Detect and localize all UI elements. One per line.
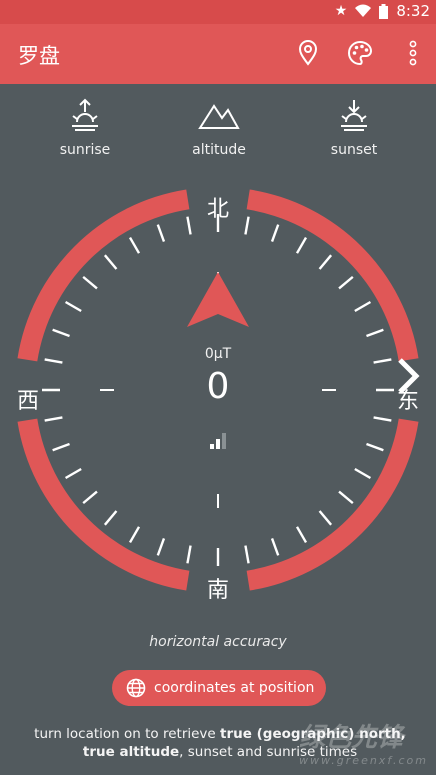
location-button[interactable] [293,38,323,68]
watermark-url: www.greenxf.com [299,754,428,767]
degree-tick [156,224,166,242]
ring-segment [246,418,419,591]
magnetic-field-value: 0μT [204,346,232,362]
degree-tick [103,254,118,270]
sunset-info[interactable]: sunset [299,98,409,158]
heading-value: 0 [206,366,230,407]
ring-segment [17,418,190,591]
chevron-right-icon[interactable] [396,356,422,396]
degree-tick [318,510,333,526]
degree-tick [64,300,82,313]
coordinates-button[interactable]: coordinates at position [112,670,326,706]
degree-tick [244,216,250,235]
info-row: sunrise altitude sunset [0,98,436,168]
south-label: 南 [207,578,229,600]
hint-prefix: turn location on to retrieve [34,726,221,742]
degree-tick [295,236,308,254]
degree-tick [186,545,192,564]
degree-tick [82,490,98,505]
degree-tick [64,467,82,480]
degree-tick [156,538,166,556]
mountain-icon [198,104,240,129]
degree-tick [128,236,141,254]
status-bar: ★ 8:32 [0,0,436,24]
location-pin-icon [298,40,318,66]
degree-tick [366,442,384,452]
degree-tick [244,545,250,564]
center-readout: 0μT 0 [168,346,268,407]
overflow-menu-button[interactable] [398,38,428,68]
degree-tick [295,526,308,544]
more-vert-icon [409,40,417,66]
degree-tick [270,224,280,242]
degree-tick [366,328,384,338]
signal-strength-icon [210,433,226,449]
degree-tick [186,216,192,235]
horizontal-accuracy-label: horizontal accuracy [149,634,287,650]
degree-tick [44,358,63,364]
degree-tick [373,358,392,364]
sunset-icon [341,100,367,131]
sunset-label: sunset [330,142,378,158]
north-label: 北 [207,197,229,222]
degree-tick [270,538,280,556]
sunrise-info[interactable]: sunrise [30,98,140,158]
ring-segment [246,189,419,362]
sunrise-icon [72,98,98,131]
degree-tick [338,490,354,505]
degree-tick [52,442,70,452]
degree-tick [82,275,98,290]
battery-icon [379,3,389,19]
globe-icon [126,678,146,698]
theme-button[interactable] [345,38,375,68]
palette-icon [348,40,373,66]
sunrise-label: sunrise [59,142,111,158]
wifi-icon [355,4,372,17]
degree-tick [354,300,372,313]
star-icon: ★ [334,3,348,19]
degree-tick [103,510,118,526]
status-time: 8:32 [396,2,430,20]
coordinates-button-label: coordinates at position [154,680,315,696]
degree-tick [373,416,392,422]
degree-tick [44,416,63,422]
degree-tick [52,328,70,338]
degree-tick [338,275,354,290]
watermark-brand: 绿色先锋 [299,723,404,753]
altitude-label: altitude [192,142,246,158]
ring-segment [17,189,190,362]
west-label: 西 [17,389,39,414]
app-bar: 罗盘 [0,24,436,84]
degree-tick [128,526,141,544]
altitude-info[interactable]: altitude [164,98,274,158]
app-title: 罗盘 [18,44,60,68]
degree-tick [354,467,372,480]
degree-tick [318,254,333,270]
north-pointer-icon [187,272,249,327]
watermark-logo: 绿色先锋 www.greenxf.com [299,717,428,767]
